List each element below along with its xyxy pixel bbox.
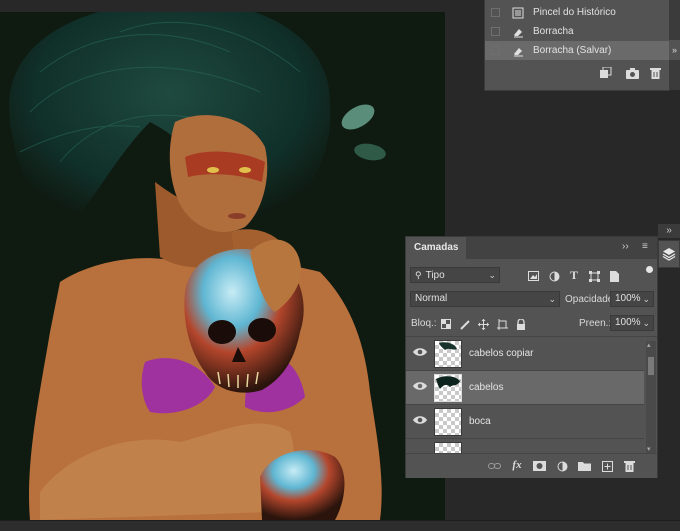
mask-icon[interactable] — [532, 459, 546, 473]
chevron-down-icon: ⌄ — [548, 294, 556, 304]
layer-row[interactable]: cabelos copiar — [406, 337, 644, 371]
lock-position-icon[interactable] — [476, 317, 490, 331]
chevron-down-icon: ⌄ — [642, 318, 650, 328]
visibility-eye-icon[interactable] — [413, 347, 427, 359]
layer-row-selected[interactable]: cabelos — [406, 371, 644, 405]
opacity-value: 100% — [615, 293, 641, 304]
artwork-canvas[interactable] — [0, 12, 445, 520]
opacity-label: Opacidade: — [565, 294, 617, 305]
search-icon: ⚲ — [415, 270, 422, 280]
link-icon[interactable] — [487, 459, 501, 473]
new-layer-icon[interactable] — [600, 459, 614, 473]
layer-name[interactable]: cabelos — [469, 382, 503, 393]
layer-thumbnail — [434, 340, 462, 368]
collapse-panels-icon[interactable]: » — [669, 40, 680, 60]
layer-thumbnail — [434, 442, 462, 453]
lock-transparent-pixels-icon[interactable] — [439, 317, 453, 331]
layer-thumbnail — [434, 374, 462, 402]
lock-all-icon[interactable] — [514, 317, 528, 331]
lock-artboard-icon[interactable] — [495, 317, 509, 331]
layers-panel-toggle[interactable] — [658, 240, 680, 268]
adjustment-icon[interactable] — [555, 459, 569, 473]
fill-label: Preen.: — [579, 318, 612, 329]
history-footer — [485, 62, 670, 84]
eraser-icon — [511, 25, 525, 39]
scroll-down-icon[interactable]: ▾ — [647, 445, 651, 453]
blend-mode-select[interactable]: Normal ⌄ — [410, 291, 560, 307]
history-item[interactable]: Pincel do Histórico — [485, 3, 670, 22]
layer-thumbnail — [434, 408, 462, 436]
fill-value: 100% — [615, 317, 641, 328]
fill-input[interactable]: 100% ⌄ — [610, 315, 654, 331]
scrollbar-thumb[interactable] — [648, 357, 654, 375]
filter-smart-object-icon[interactable] — [607, 269, 621, 283]
trash-icon[interactable] — [648, 66, 662, 80]
expand-panels-icon[interactable]: » — [658, 224, 680, 238]
tab-layers[interactable]: Camadas — [406, 237, 467, 259]
history-source-checkbox[interactable] — [491, 8, 500, 17]
scroll-up-icon[interactable]: ▴ — [647, 341, 651, 349]
layers-scrollbar[interactable]: ▴ ▾ — [646, 341, 656, 453]
fx-icon[interactable]: fx — [510, 458, 524, 472]
history-item-label: Pincel do Histórico — [533, 7, 616, 18]
painting-illustration — [8, 12, 386, 520]
history-item[interactable]: Borracha — [485, 22, 670, 41]
layers-footer: fx — [406, 453, 657, 478]
history-brush-icon — [511, 6, 525, 20]
collapse-icon[interactable]: ›› — [622, 241, 629, 252]
eraser-icon — [511, 44, 525, 58]
new-document-from-state-icon[interactable] — [598, 66, 612, 80]
layer-filter-select[interactable]: ⚲ Tipo ⌄ — [410, 267, 500, 283]
layer-row[interactable]: boca — [406, 405, 644, 439]
layers-panel-header: Camadas ›› ≡ — [406, 237, 657, 259]
filter-adjustment-icon[interactable] — [547, 269, 561, 283]
filter-type-icon[interactable]: T — [567, 268, 581, 282]
filter-toggle[interactable] — [646, 266, 653, 273]
filter-label: Tipo — [425, 270, 445, 281]
trash-icon[interactable] — [622, 459, 636, 473]
camera-snapshot-icon[interactable] — [625, 66, 639, 80]
history-source-checkbox[interactable] — [491, 27, 500, 36]
history-panel: Pincel do Histórico Borracha Borracha (S… — [484, 0, 670, 91]
status-bar — [0, 520, 680, 531]
lock-image-pixels-icon[interactable] — [458, 317, 472, 331]
layer-name[interactable]: cabelos copiar — [469, 348, 533, 359]
visibility-eye-icon[interactable] — [413, 415, 427, 427]
filter-pixel-icon[interactable] — [526, 269, 540, 283]
panel-dock-strip: » — [669, 0, 680, 90]
chevron-down-icon: ⌄ — [642, 294, 650, 304]
layer-name[interactable]: boca — [469, 416, 491, 427]
blend-mode-value: Normal — [415, 293, 448, 304]
lock-label: Bloq.: — [411, 318, 437, 329]
layer-row-partial[interactable] — [406, 439, 644, 453]
history-item-label: Borracha (Salvar) — [533, 45, 612, 56]
layers-panel: Camadas ›› ≡ ⚲ Tipo ⌄ T Normal ⌄ Opacidad… — [405, 236, 658, 478]
folder-icon[interactable] — [577, 459, 591, 473]
history-item-label: Borracha — [533, 26, 574, 37]
history-item-selected[interactable]: Borracha (Salvar) — [485, 41, 670, 60]
chevron-down-icon: ⌄ — [488, 270, 496, 280]
panel-menu-icon[interactable]: ≡ — [642, 241, 648, 252]
layers-icon — [662, 248, 676, 261]
filter-shape-icon[interactable] — [587, 269, 601, 283]
opacity-input[interactable]: 100% ⌄ — [610, 291, 654, 307]
history-source-checkbox[interactable] — [491, 46, 500, 55]
visibility-eye-icon[interactable] — [413, 381, 427, 393]
